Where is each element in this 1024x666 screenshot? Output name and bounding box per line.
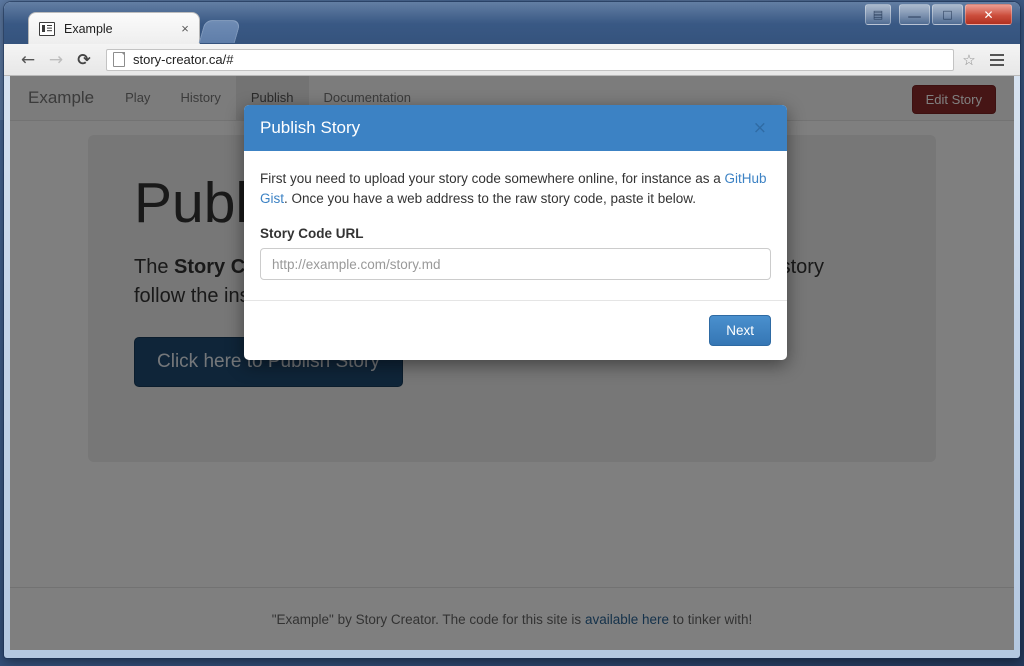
modal-header: Publish Story × <box>244 105 787 151</box>
menu-line <box>990 58 1004 61</box>
menu-line <box>990 53 1004 56</box>
modal-footer: Next <box>244 300 787 360</box>
close-icon: ✕ <box>983 7 994 22</box>
minimize-icon: — <box>907 9 922 26</box>
publish-story-modal: Publish Story × First you need to upload… <box>244 105 787 361</box>
back-button[interactable]: ← <box>14 47 42 73</box>
reload-button[interactable]: ⟳ <box>70 47 98 73</box>
browser-tab-strip: Example × ▤ — □ ✕ <box>4 2 1020 44</box>
user-profile-button[interactable]: ▤ <box>865 4 891 25</box>
tab-title: Example <box>64 21 113 36</box>
story-code-url-label: Story Code URL <box>260 226 364 242</box>
modal-title: Publish Story <box>260 118 361 137</box>
browser-tab-example[interactable]: Example × <box>28 12 200 44</box>
browser-toolbar: ← → ⟳ story-creator.ca/# ☆ <box>4 44 1020 76</box>
modal-body: First you need to upload your story code… <box>244 151 787 300</box>
maximize-icon: □ <box>942 8 953 21</box>
modal-desc-part2: . Once you have a web address to the raw… <box>284 190 696 206</box>
browser-window: Example × ▤ — □ ✕ ← → ⟳ story-creator.ca… <box>4 2 1020 658</box>
minimize-button[interactable]: — <box>899 4 930 25</box>
maximize-button[interactable]: □ <box>932 4 963 25</box>
bookmark-star-icon[interactable]: ☆ <box>958 49 980 71</box>
menu-line <box>990 63 1004 66</box>
page-info-icon <box>113 52 125 67</box>
desktop-background: Example × ▤ — □ ✕ ← → ⟳ story-creator.ca… <box>0 0 1024 666</box>
browser-menu-icon[interactable] <box>984 47 1010 73</box>
forward-button[interactable]: → <box>42 47 70 73</box>
address-bar[interactable]: story-creator.ca/# <box>106 48 954 71</box>
story-code-url-input[interactable] <box>260 248 771 281</box>
window-controls: ▤ — □ ✕ <box>865 4 1012 25</box>
address-bar-url: story-creator.ca/# <box>133 52 234 67</box>
next-button[interactable]: Next <box>709 315 771 347</box>
modal-desc-part1: First you need to upload your story code… <box>260 171 725 186</box>
modal-description: First you need to upload your story code… <box>260 169 771 208</box>
modal-close-icon[interactable]: × <box>749 116 771 140</box>
new-tab-button[interactable] <box>198 20 242 43</box>
tab-close-icon[interactable]: × <box>177 21 193 37</box>
favicon-icon <box>39 21 55 36</box>
page-viewport: Example Play History Publish Documentati… <box>10 76 1014 650</box>
user-icon: ▤ <box>872 8 884 21</box>
close-window-button[interactable]: ✕ <box>965 4 1012 25</box>
